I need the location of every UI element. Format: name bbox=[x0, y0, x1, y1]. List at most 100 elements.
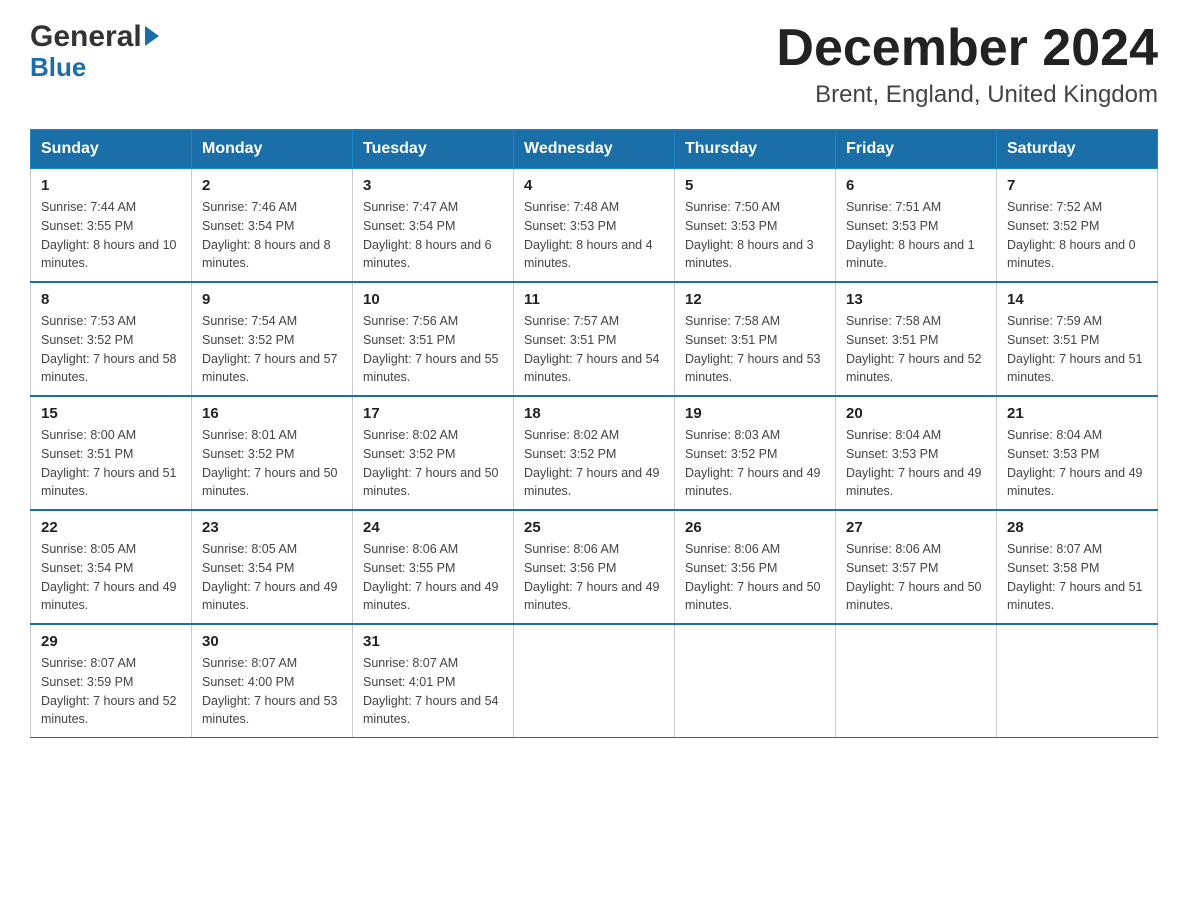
table-row: 7 Sunrise: 7:52 AM Sunset: 3:52 PM Dayli… bbox=[997, 169, 1158, 283]
day-info: Sunrise: 7:53 AM Sunset: 3:52 PM Dayligh… bbox=[41, 312, 181, 387]
day-number: 1 bbox=[41, 177, 181, 194]
day-number: 10 bbox=[363, 291, 503, 308]
logo-triangle-icon bbox=[145, 26, 159, 46]
day-info: Sunrise: 7:46 AM Sunset: 3:54 PM Dayligh… bbox=[202, 198, 342, 273]
day-number: 23 bbox=[202, 519, 342, 536]
day-info: Sunrise: 7:58 AM Sunset: 3:51 PM Dayligh… bbox=[685, 312, 825, 387]
table-row bbox=[675, 624, 836, 738]
table-row: 27 Sunrise: 8:06 AM Sunset: 3:57 PM Dayl… bbox=[836, 510, 997, 624]
logo-general-text: General bbox=[30, 20, 142, 54]
table-row: 2 Sunrise: 7:46 AM Sunset: 3:54 PM Dayli… bbox=[192, 169, 353, 283]
calendar-week-2: 8 Sunrise: 7:53 AM Sunset: 3:52 PM Dayli… bbox=[31, 282, 1158, 396]
day-info: Sunrise: 7:47 AM Sunset: 3:54 PM Dayligh… bbox=[363, 198, 503, 273]
table-row: 12 Sunrise: 7:58 AM Sunset: 3:51 PM Dayl… bbox=[675, 282, 836, 396]
table-row: 8 Sunrise: 7:53 AM Sunset: 3:52 PM Dayli… bbox=[31, 282, 192, 396]
table-row: 3 Sunrise: 7:47 AM Sunset: 3:54 PM Dayli… bbox=[353, 169, 514, 283]
day-info: Sunrise: 8:02 AM Sunset: 3:52 PM Dayligh… bbox=[363, 426, 503, 501]
day-info: Sunrise: 8:04 AM Sunset: 3:53 PM Dayligh… bbox=[846, 426, 986, 501]
day-number: 9 bbox=[202, 291, 342, 308]
table-row bbox=[836, 624, 997, 738]
table-row: 29 Sunrise: 8:07 AM Sunset: 3:59 PM Dayl… bbox=[31, 624, 192, 738]
table-row: 26 Sunrise: 8:06 AM Sunset: 3:56 PM Dayl… bbox=[675, 510, 836, 624]
day-info: Sunrise: 8:07 AM Sunset: 4:00 PM Dayligh… bbox=[202, 654, 342, 729]
calendar-week-1: 1 Sunrise: 7:44 AM Sunset: 3:55 PM Dayli… bbox=[31, 169, 1158, 283]
day-number: 22 bbox=[41, 519, 181, 536]
calendar-subtitle: Brent, England, United Kingdom bbox=[776, 81, 1158, 109]
day-number: 19 bbox=[685, 405, 825, 422]
table-row: 22 Sunrise: 8:05 AM Sunset: 3:54 PM Dayl… bbox=[31, 510, 192, 624]
table-row: 28 Sunrise: 8:07 AM Sunset: 3:58 PM Dayl… bbox=[997, 510, 1158, 624]
header-wednesday: Wednesday bbox=[514, 130, 675, 169]
day-info: Sunrise: 8:00 AM Sunset: 3:51 PM Dayligh… bbox=[41, 426, 181, 501]
day-info: Sunrise: 8:01 AM Sunset: 3:52 PM Dayligh… bbox=[202, 426, 342, 501]
day-info: Sunrise: 7:51 AM Sunset: 3:53 PM Dayligh… bbox=[846, 198, 986, 273]
day-number: 8 bbox=[41, 291, 181, 308]
day-number: 31 bbox=[363, 633, 503, 650]
day-info: Sunrise: 8:07 AM Sunset: 3:58 PM Dayligh… bbox=[1007, 540, 1147, 615]
table-row: 13 Sunrise: 7:58 AM Sunset: 3:51 PM Dayl… bbox=[836, 282, 997, 396]
day-info: Sunrise: 8:07 AM Sunset: 3:59 PM Dayligh… bbox=[41, 654, 181, 729]
title-block: December 2024 Brent, England, United Kin… bbox=[776, 20, 1158, 109]
day-info: Sunrise: 8:06 AM Sunset: 3:56 PM Dayligh… bbox=[524, 540, 664, 615]
page-header: General Blue December 2024 Brent, Englan… bbox=[30, 20, 1158, 109]
day-number: 7 bbox=[1007, 177, 1147, 194]
day-number: 20 bbox=[846, 405, 986, 422]
day-info: Sunrise: 7:52 AM Sunset: 3:52 PM Dayligh… bbox=[1007, 198, 1147, 273]
header-friday: Friday bbox=[836, 130, 997, 169]
day-info: Sunrise: 8:02 AM Sunset: 3:52 PM Dayligh… bbox=[524, 426, 664, 501]
header-tuesday: Tuesday bbox=[353, 130, 514, 169]
calendar-title: December 2024 bbox=[776, 20, 1158, 77]
day-info: Sunrise: 7:44 AM Sunset: 3:55 PM Dayligh… bbox=[41, 198, 181, 273]
calendar-week-3: 15 Sunrise: 8:00 AM Sunset: 3:51 PM Dayl… bbox=[31, 396, 1158, 510]
day-number: 6 bbox=[846, 177, 986, 194]
table-row: 4 Sunrise: 7:48 AM Sunset: 3:53 PM Dayli… bbox=[514, 169, 675, 283]
day-info: Sunrise: 7:59 AM Sunset: 3:51 PM Dayligh… bbox=[1007, 312, 1147, 387]
day-number: 13 bbox=[846, 291, 986, 308]
day-info: Sunrise: 7:57 AM Sunset: 3:51 PM Dayligh… bbox=[524, 312, 664, 387]
day-number: 24 bbox=[363, 519, 503, 536]
day-number: 18 bbox=[524, 405, 664, 422]
header-saturday: Saturday bbox=[997, 130, 1158, 169]
day-info: Sunrise: 8:03 AM Sunset: 3:52 PM Dayligh… bbox=[685, 426, 825, 501]
day-info: Sunrise: 8:06 AM Sunset: 3:56 PM Dayligh… bbox=[685, 540, 825, 615]
day-info: Sunrise: 7:48 AM Sunset: 3:53 PM Dayligh… bbox=[524, 198, 664, 273]
table-row: 17 Sunrise: 8:02 AM Sunset: 3:52 PM Dayl… bbox=[353, 396, 514, 510]
table-row: 5 Sunrise: 7:50 AM Sunset: 3:53 PM Dayli… bbox=[675, 169, 836, 283]
day-info: Sunrise: 7:54 AM Sunset: 3:52 PM Dayligh… bbox=[202, 312, 342, 387]
day-info: Sunrise: 8:07 AM Sunset: 4:01 PM Dayligh… bbox=[363, 654, 503, 729]
table-row: 15 Sunrise: 8:00 AM Sunset: 3:51 PM Dayl… bbox=[31, 396, 192, 510]
calendar-week-4: 22 Sunrise: 8:05 AM Sunset: 3:54 PM Dayl… bbox=[31, 510, 1158, 624]
day-info: Sunrise: 7:56 AM Sunset: 3:51 PM Dayligh… bbox=[363, 312, 503, 387]
table-row: 18 Sunrise: 8:02 AM Sunset: 3:52 PM Dayl… bbox=[514, 396, 675, 510]
table-row: 23 Sunrise: 8:05 AM Sunset: 3:54 PM Dayl… bbox=[192, 510, 353, 624]
table-row bbox=[514, 624, 675, 738]
day-number: 28 bbox=[1007, 519, 1147, 536]
table-row: 30 Sunrise: 8:07 AM Sunset: 4:00 PM Dayl… bbox=[192, 624, 353, 738]
day-number: 12 bbox=[685, 291, 825, 308]
table-row: 6 Sunrise: 7:51 AM Sunset: 3:53 PM Dayli… bbox=[836, 169, 997, 283]
day-info: Sunrise: 8:04 AM Sunset: 3:53 PM Dayligh… bbox=[1007, 426, 1147, 501]
day-info: Sunrise: 8:05 AM Sunset: 3:54 PM Dayligh… bbox=[41, 540, 181, 615]
table-row: 21 Sunrise: 8:04 AM Sunset: 3:53 PM Dayl… bbox=[997, 396, 1158, 510]
day-number: 14 bbox=[1007, 291, 1147, 308]
table-row: 31 Sunrise: 8:07 AM Sunset: 4:01 PM Dayl… bbox=[353, 624, 514, 738]
table-row: 24 Sunrise: 8:06 AM Sunset: 3:55 PM Dayl… bbox=[353, 510, 514, 624]
table-row: 16 Sunrise: 8:01 AM Sunset: 3:52 PM Dayl… bbox=[192, 396, 353, 510]
day-number: 16 bbox=[202, 405, 342, 422]
table-row: 19 Sunrise: 8:03 AM Sunset: 3:52 PM Dayl… bbox=[675, 396, 836, 510]
table-row: 11 Sunrise: 7:57 AM Sunset: 3:51 PM Dayl… bbox=[514, 282, 675, 396]
day-info: Sunrise: 8:06 AM Sunset: 3:57 PM Dayligh… bbox=[846, 540, 986, 615]
table-row bbox=[997, 624, 1158, 738]
day-number: 3 bbox=[363, 177, 503, 194]
day-info: Sunrise: 8:05 AM Sunset: 3:54 PM Dayligh… bbox=[202, 540, 342, 615]
day-number: 5 bbox=[685, 177, 825, 194]
table-row: 9 Sunrise: 7:54 AM Sunset: 3:52 PM Dayli… bbox=[192, 282, 353, 396]
day-number: 30 bbox=[202, 633, 342, 650]
day-number: 21 bbox=[1007, 405, 1147, 422]
calendar-header-row: Sunday Monday Tuesday Wednesday Thursday… bbox=[31, 130, 1158, 169]
day-number: 17 bbox=[363, 405, 503, 422]
logo-blue-text: Blue bbox=[30, 52, 86, 83]
day-info: Sunrise: 7:50 AM Sunset: 3:53 PM Dayligh… bbox=[685, 198, 825, 273]
day-info: Sunrise: 8:06 AM Sunset: 3:55 PM Dayligh… bbox=[363, 540, 503, 615]
header-sunday: Sunday bbox=[31, 130, 192, 169]
